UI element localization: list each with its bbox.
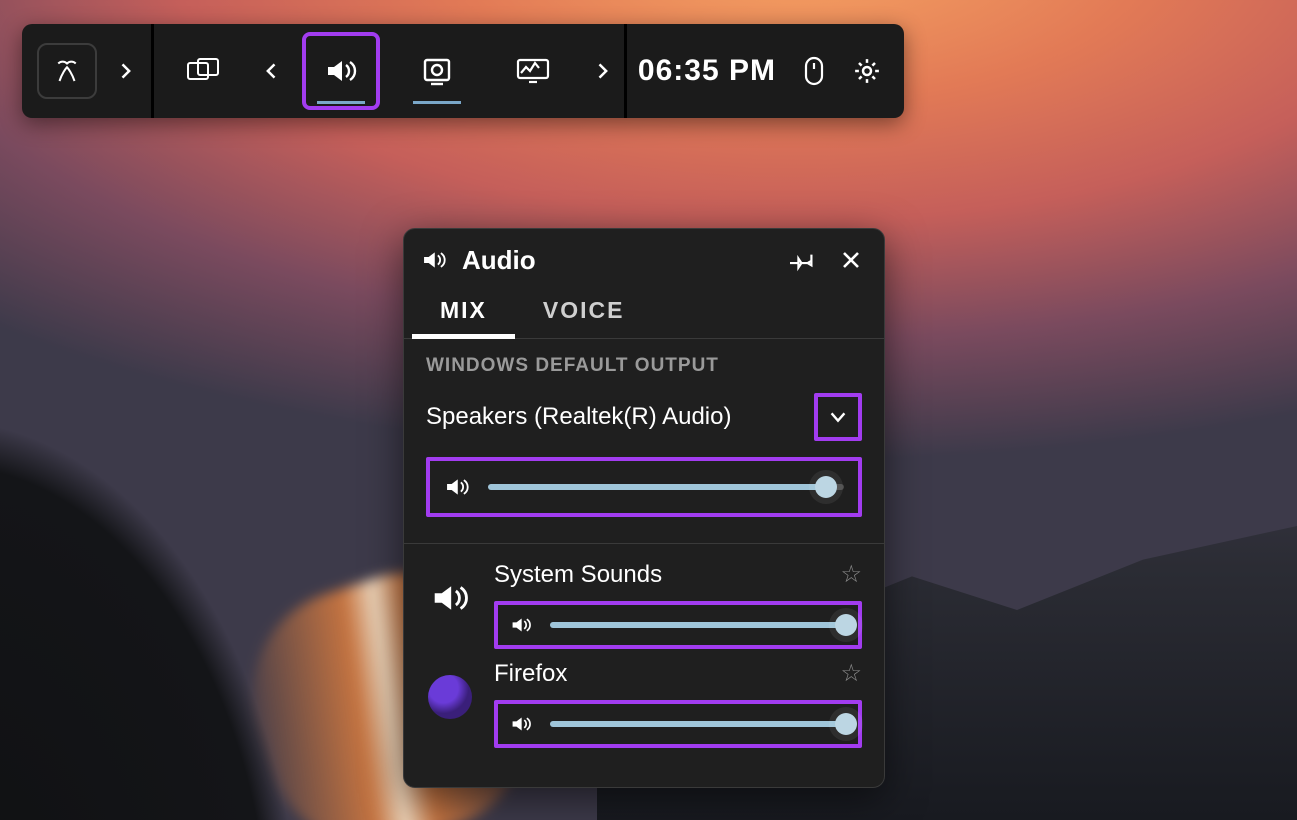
gamebar-scroll-left[interactable] (262, 59, 282, 83)
game-bar: 06:35 PM (22, 24, 904, 118)
audio-panel: Audio MIX VOICE WINDOWS DEFAULT OUTPUT S… (403, 228, 885, 788)
slider-track[interactable] (550, 622, 846, 628)
capture-icon (421, 56, 453, 86)
firefox-icon (426, 673, 474, 721)
widgets-button[interactable] (166, 34, 240, 108)
divider (404, 543, 884, 544)
audio-tabs: MIX VOICE (404, 283, 884, 339)
tab-mix[interactable]: MIX (434, 289, 493, 338)
slider-track[interactable] (550, 721, 846, 727)
speaker-icon (324, 56, 358, 86)
gamebar-home-button[interactable] (37, 43, 97, 99)
slider-track[interactable] (488, 484, 844, 490)
favorite-toggle[interactable]: ☆ (840, 560, 862, 589)
close-button[interactable] (834, 243, 868, 277)
output-device-name: Speakers (Realtek(R) Audio) (426, 403, 800, 431)
chevron-down-icon (824, 406, 852, 428)
output-device-dropdown[interactable] (814, 393, 862, 441)
app-name: System Sounds (494, 561, 840, 589)
tab-voice[interactable]: VOICE (537, 289, 631, 338)
output-section-label: WINDOWS DEFAULT OUTPUT (426, 355, 862, 377)
master-volume-slider[interactable] (426, 457, 862, 517)
mouse-icon[interactable] (802, 55, 826, 87)
system-volume-slider[interactable] (494, 601, 862, 649)
app-name: Firefox (494, 660, 840, 688)
performance-tool-button[interactable] (496, 34, 570, 108)
gamebar-clock: 06:35 PM (638, 54, 776, 88)
capture-tool-button[interactable] (400, 34, 474, 108)
speaker-icon (444, 475, 470, 499)
speaker-icon (420, 246, 448, 274)
system-sounds-icon (426, 574, 474, 622)
speaker-icon (510, 615, 532, 635)
firefox-volume-slider[interactable] (494, 700, 862, 748)
widgets-icon (186, 57, 220, 85)
app-row-system: System Sounds ☆ (426, 560, 862, 649)
audio-tool-button[interactable] (304, 34, 378, 108)
xbox-icon (52, 56, 82, 86)
gamebar-scroll-right[interactable] (592, 59, 612, 83)
panel-title: Audio (462, 245, 772, 276)
app-row-firefox: Firefox ☆ (426, 659, 862, 748)
settings-button[interactable] (852, 56, 882, 86)
pin-button[interactable] (786, 243, 820, 277)
favorite-toggle[interactable]: ☆ (840, 659, 862, 688)
performance-icon (515, 57, 551, 85)
gamebar-home-expand[interactable] (115, 59, 135, 83)
speaker-icon (510, 714, 532, 734)
